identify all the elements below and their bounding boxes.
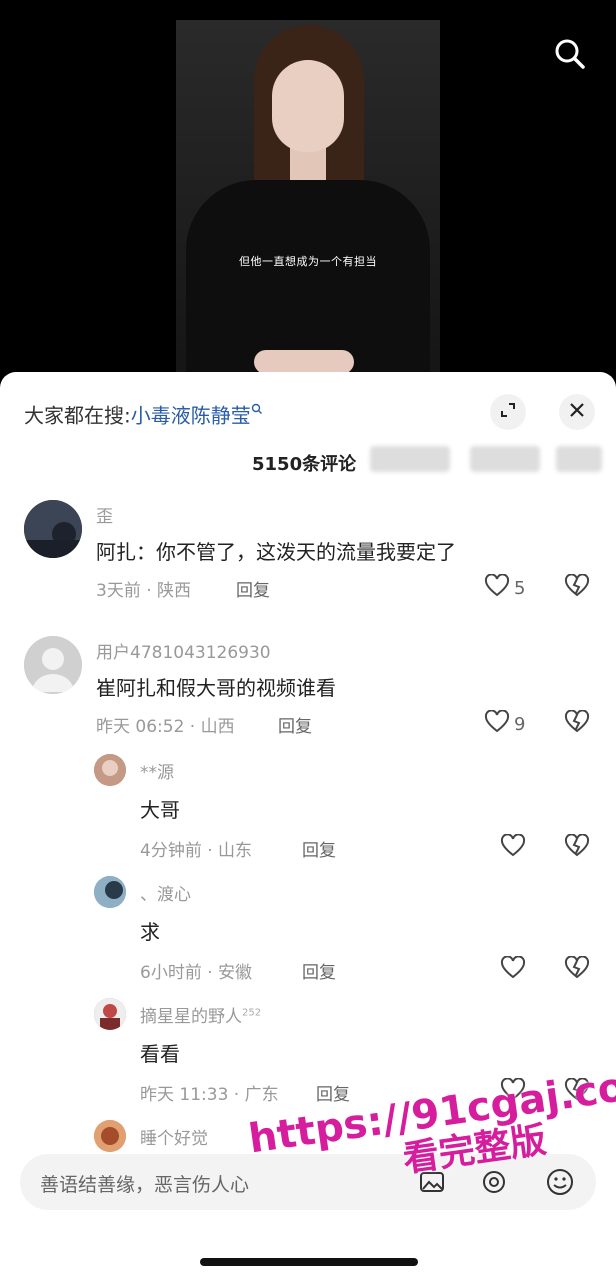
- comment-meta: 3天前 · 陕西: [96, 581, 192, 601]
- emoji-icon[interactable]: [546, 1168, 574, 1200]
- broken-heart-icon: [564, 833, 590, 862]
- small-search-icon: [251, 396, 263, 414]
- like-count: 5: [514, 578, 526, 599]
- reply-meta: 6小时前 · 安徽: [140, 963, 253, 983]
- comment-count: 5150条评论: [252, 454, 357, 475]
- reply-button[interactable]: 回复: [302, 958, 336, 983]
- avatar[interactable]: [94, 1120, 126, 1152]
- avatar[interactable]: [24, 636, 82, 694]
- comment-text: 崔阿扎和假大哥的视频谁看: [96, 676, 336, 700]
- reply-author[interactable]: 睡个好觉: [140, 1124, 208, 1149]
- video-player[interactable]: 但他一直想成为一个有担当: [0, 0, 616, 390]
- video-frame: 但他一直想成为一个有担当: [176, 20, 440, 380]
- reply-author-name: 摘星星的野人: [140, 1007, 242, 1027]
- author-badge: 252: [242, 1007, 262, 1019]
- avatar[interactable]: [94, 754, 126, 786]
- expand-button[interactable]: [490, 394, 526, 430]
- heart-icon: [500, 833, 526, 863]
- dislike-button[interactable]: [564, 955, 590, 984]
- hot-search-prefix: 大家都在搜:: [24, 403, 131, 428]
- hot-search-keyword[interactable]: 小毒液陈静莹: [131, 404, 251, 428]
- avatar[interactable]: [94, 876, 126, 908]
- reply-meta: 昨天 11:33 · 广东: [140, 1085, 279, 1105]
- avatar[interactable]: [94, 998, 126, 1030]
- close-icon: [568, 401, 586, 423]
- expand-icon: [499, 401, 517, 423]
- broken-heart-icon: [564, 573, 590, 602]
- blurred-area: [556, 446, 602, 472]
- search-icon[interactable]: [550, 34, 590, 74]
- video-subtitle: 但他一直想成为一个有担当: [239, 255, 377, 268]
- comment-input[interactable]: 善语结善缘，恶言伤人心: [40, 1170, 249, 1197]
- blurred-area: [370, 446, 450, 472]
- like-button[interactable]: [500, 955, 526, 985]
- reply-author[interactable]: **源: [140, 758, 174, 783]
- comment-text: 阿扎：你不管了，这泼天的流量我要定了: [96, 540, 456, 564]
- reply-button[interactable]: 回复: [302, 836, 336, 861]
- heart-icon: [500, 955, 526, 985]
- heart-icon: [484, 573, 510, 603]
- reply-text: 看看: [140, 1042, 180, 1066]
- like-button[interactable]: [500, 833, 526, 863]
- like-button[interactable]: 9: [484, 709, 526, 739]
- reply-meta: 4分钟前 · 山东: [140, 841, 253, 861]
- like-count: 9: [514, 714, 526, 735]
- comment-meta: 昨天 06:52 · 山西: [96, 717, 235, 737]
- reply-author[interactable]: 摘星星的野人252: [140, 1002, 261, 1027]
- like-button[interactable]: 5: [484, 573, 526, 603]
- reply-text: 大哥: [140, 798, 180, 822]
- avatar[interactable]: [24, 500, 82, 558]
- close-button[interactable]: [559, 394, 595, 430]
- reply-text: 求: [140, 920, 160, 944]
- reply-button[interactable]: 回复: [236, 576, 270, 601]
- dislike-button[interactable]: [564, 833, 590, 862]
- reply-button[interactable]: 回复: [278, 712, 312, 737]
- dislike-button[interactable]: [564, 573, 590, 602]
- broken-heart-icon: [564, 955, 590, 984]
- person-face: [272, 60, 344, 152]
- hot-search[interactable]: 大家都在搜:小毒液陈静莹: [24, 396, 263, 429]
- comment-author[interactable]: 歪: [96, 502, 113, 527]
- broken-heart-icon: [564, 709, 590, 738]
- comment-author[interactable]: 用户4781043126930: [96, 638, 271, 663]
- blurred-area: [470, 446, 540, 472]
- home-indicator[interactable]: [200, 1258, 418, 1266]
- at-mention-icon[interactable]: [480, 1168, 508, 1200]
- reply-button[interactable]: 回复: [316, 1080, 350, 1105]
- reply-author[interactable]: 、渡心: [140, 880, 191, 905]
- person-hand: [254, 350, 354, 374]
- heart-icon: [484, 709, 510, 739]
- dislike-button[interactable]: [564, 709, 590, 738]
